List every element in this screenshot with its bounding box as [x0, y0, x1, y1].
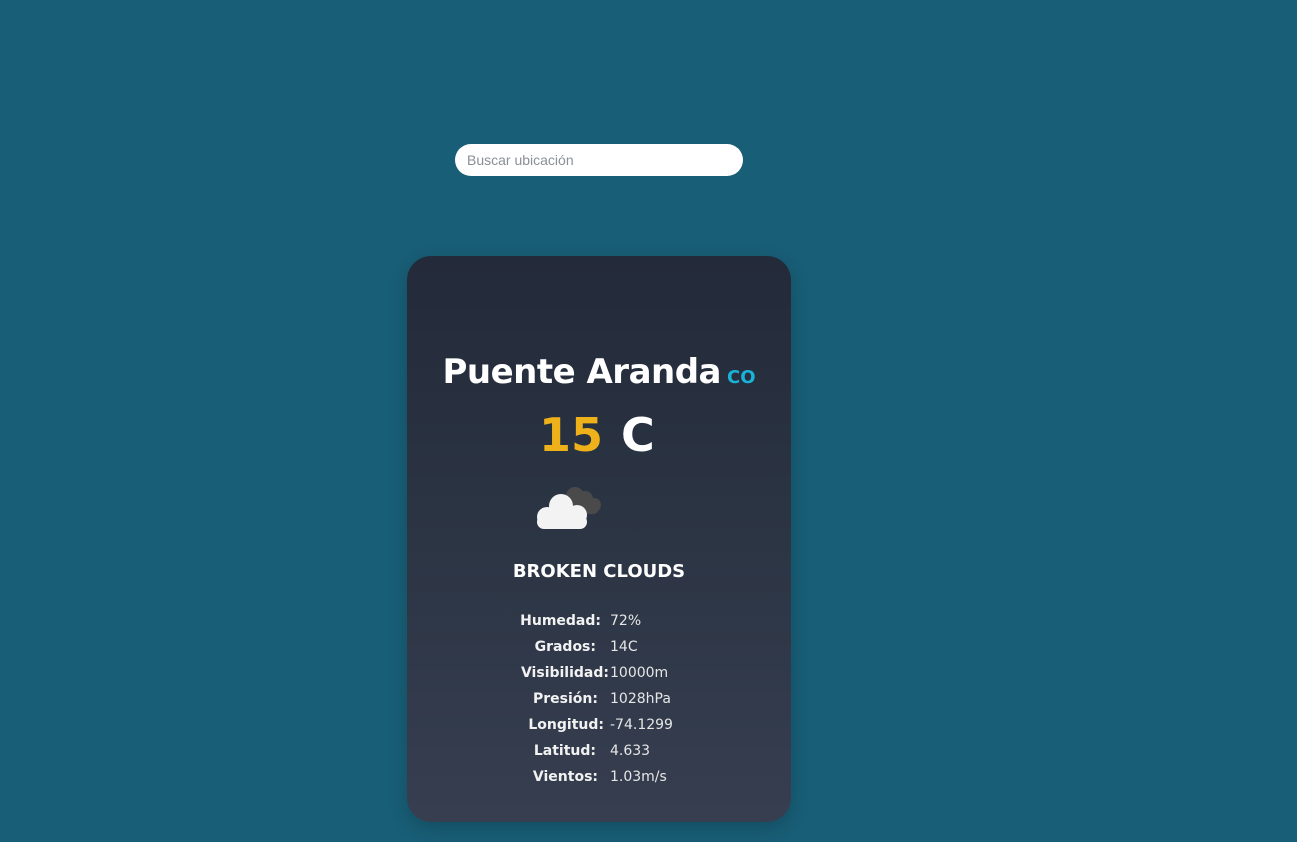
- detail-value: 14C: [610, 639, 638, 655]
- weather-details: Humedad: 72% Grados: 14C Visibilidad: 10…: [407, 610, 791, 792]
- detail-label: Vientos:: [532, 769, 598, 785]
- detail-label: Visibilidad:: [520, 665, 609, 681]
- detail-value: 1028hPa: [610, 691, 671, 707]
- temperature-value: 15: [539, 408, 604, 462]
- detail-row-humidity: Humedad: 72%: [407, 610, 791, 636]
- country-code: CO: [727, 367, 756, 388]
- detail-value: -74.1299: [610, 717, 673, 733]
- city-name: Puente Aranda: [442, 352, 722, 392]
- search-bar: [455, 144, 743, 176]
- detail-value: 72%: [610, 613, 642, 629]
- detail-label: Longitud:: [528, 717, 604, 733]
- weather-card: Puente Aranda CO 15 C BROKEN CLOUDS Hume…: [407, 256, 791, 822]
- weather-description: BROKEN CLOUDS: [512, 561, 686, 582]
- search-input[interactable]: [455, 144, 743, 176]
- detail-row-pressure: Presión: 1028hPa: [407, 688, 791, 714]
- location-heading: Puente Aranda CO: [407, 352, 791, 392]
- detail-row-latitude: Latitud: 4.633: [407, 740, 791, 766]
- broken-clouds-icon: [531, 482, 605, 532]
- detail-row-longitude: Longitud: -74.1299: [407, 714, 791, 740]
- detail-label: Humedad:: [520, 613, 601, 629]
- detail-row-degrees: Grados: 14C: [407, 636, 791, 662]
- detail-label: Latitud:: [533, 743, 596, 759]
- detail-label: Presión:: [533, 691, 598, 707]
- detail-value: 10000m: [610, 665, 669, 681]
- detail-value: 4.633: [610, 743, 651, 759]
- detail-row-visibility: Visibilidad: 10000m: [407, 662, 791, 688]
- temperature: 15 C: [539, 408, 655, 462]
- detail-row-winds: Vientos: 1.03m/s: [407, 766, 791, 792]
- detail-label: Grados:: [534, 639, 596, 655]
- temperature-unit: C: [621, 408, 655, 462]
- page: Puente ArandaCO 15 C: [0, 0, 1297, 842]
- detail-value: 1.03m/s: [610, 769, 667, 785]
